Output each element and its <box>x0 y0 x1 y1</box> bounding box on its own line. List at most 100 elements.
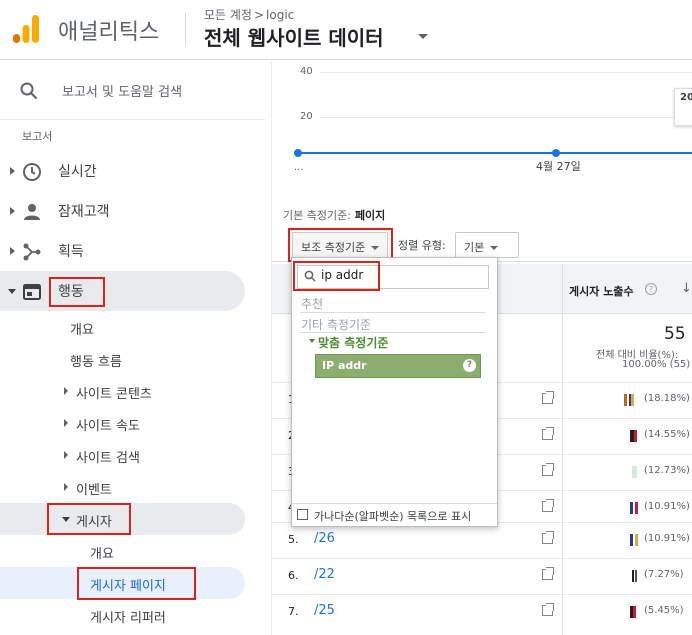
app-name: 애널리틱스 <box>58 20 160 45</box>
chevron-down-icon[interactable] <box>418 34 428 39</box>
view-selector-title[interactable]: 전체 웹사이트 데이터 <box>204 22 384 51</box>
chevron-right-icon <box>64 483 68 491</box>
external-link-icon[interactable] <box>542 463 554 476</box>
section-divider <box>300 312 486 313</box>
primary-dimension-row: 기본 측정기준: 페이지 <box>283 207 385 223</box>
gridline <box>320 117 692 118</box>
table-row[interactable]: 6. /22 (7.27%) <box>272 558 692 594</box>
chart-point[interactable] <box>294 149 302 157</box>
chevron-right-icon <box>10 167 15 175</box>
sort-type-select[interactable]: 기본 <box>455 232 519 258</box>
row-percent: (10.91%) <box>644 533 690 544</box>
external-link-icon[interactable] <box>542 531 554 544</box>
external-link-icon[interactable] <box>542 499 554 512</box>
sidebar-item-audience[interactable]: 잠재고객 <box>0 192 245 230</box>
row-page-link[interactable]: /22 <box>314 567 335 582</box>
reports-heading: 보고서 <box>22 130 53 143</box>
breadcrumb-property[interactable]: logic <box>266 8 294 22</box>
row-page-link[interactable]: /26 <box>314 531 335 546</box>
header-divider <box>185 12 186 46</box>
sidebar-subitem-events[interactable]: 이벤트 <box>76 479 112 498</box>
chevron-down-icon <box>309 339 315 343</box>
primary-dimension-label: 기본 측정기준: <box>283 209 351 222</box>
sort-type-label: 정렬 유형: <box>398 239 446 252</box>
section-divider <box>300 332 486 333</box>
sidebar-subitem-site-search[interactable]: 사이트 검색 <box>76 447 140 466</box>
analytics-logo-icon[interactable] <box>12 14 40 44</box>
row-bar <box>624 394 634 406</box>
external-link-icon[interactable] <box>542 603 554 616</box>
chevron-down-icon <box>8 289 16 294</box>
chevron-right-icon <box>10 247 15 255</box>
acquisition-icon <box>23 243 41 261</box>
external-link-icon[interactable] <box>542 391 554 404</box>
table-row[interactable]: 7. /25 (5.45%) <box>272 594 692 630</box>
highlight-box <box>293 261 380 291</box>
sidebar-item-behavior[interactable]: 행동 <box>0 272 245 310</box>
sidebar-item-label: 실시간 <box>58 164 97 180</box>
row-number: 5. <box>288 533 299 546</box>
row-percent: (12.73%) <box>644 465 690 476</box>
sort-type-value: 기본 <box>464 241 485 254</box>
row-percent: (5.45%) <box>644 605 684 616</box>
row-bar <box>630 430 637 442</box>
x-axis-ellipsis: ... <box>294 162 304 173</box>
alphabetical-checkbox[interactable] <box>297 509 308 520</box>
row-percent: (18.18%) <box>644 393 690 404</box>
highlight-box <box>49 277 105 307</box>
row-page-link[interactable]: /25 <box>314 603 335 618</box>
row-bar <box>632 570 637 582</box>
chart-tooltip: 20 <box>674 88 692 126</box>
row-percent: (10.91%) <box>644 501 690 512</box>
breadcrumb-account[interactable]: 모든 계정 <box>204 8 252 22</box>
sort-desc-icon[interactable]: ↓ <box>681 281 692 296</box>
highlight-box <box>47 503 131 535</box>
highlight-box <box>77 567 196 600</box>
chart-line <box>298 152 692 154</box>
chevron-right-icon <box>64 419 68 427</box>
sidebar-item-label: 잠재고객 <box>58 204 110 220</box>
row-bar <box>630 606 636 618</box>
dimension-option-label: IP addr <box>322 359 367 372</box>
chevron-down-icon <box>490 246 499 250</box>
y-axis-tick: 40 <box>300 66 313 77</box>
external-link-icon[interactable] <box>542 427 554 440</box>
section-custom-dimensions[interactable]: 맞춤 측정기준 <box>318 334 388 351</box>
row-number: 7. <box>288 605 299 618</box>
sidebar-subitem-site-speed[interactable]: 사이트 속도 <box>76 415 140 434</box>
sidebar-subitem-site-content[interactable]: 사이트 콘텐츠 <box>76 383 152 402</box>
sidebar-item-label: 획득 <box>58 244 84 260</box>
person-icon <box>24 204 40 220</box>
section-other-dimensions[interactable]: 기타 측정기준 <box>301 316 371 333</box>
sidebar-item-realtime[interactable]: 실시간 <box>0 152 245 190</box>
external-link-icon[interactable] <box>542 567 554 580</box>
chart-point[interactable] <box>552 149 560 157</box>
behavior-icon <box>23 284 41 300</box>
help-icon[interactable]: ? <box>463 359 476 372</box>
sidebar-subitem-behavior-flow[interactable]: 행동 흐름 <box>70 351 122 370</box>
dropdown-footer-divider <box>292 503 497 504</box>
breadcrumb-separator: > <box>253 8 265 22</box>
sidebar-subitem-publisher-overview[interactable]: 개요 <box>90 543 114 562</box>
clock-icon <box>23 163 41 181</box>
help-icon[interactable]: ? <box>645 283 657 295</box>
row-bar <box>632 466 637 478</box>
row-bar <box>630 502 638 514</box>
breadcrumb[interactable]: 모든 계정 > logic <box>204 6 294 23</box>
chevron-right-icon <box>10 207 15 215</box>
sidebar-search[interactable]: 보고서 및 도움말 검색 <box>0 62 265 120</box>
section-recommended[interactable]: 추천 <box>301 295 323 312</box>
table-row[interactable]: 5. /26 (10.91%) <box>272 522 692 558</box>
x-axis-date: 4월 27일 <box>536 160 581 173</box>
row-percent: (7.27%) <box>644 569 684 580</box>
total-percent-value: 100.00% (55) <box>622 359 691 370</box>
y-axis-tick: 20 <box>300 111 313 122</box>
primary-dimension-value[interactable]: 페이지 <box>355 209 385 222</box>
column-header-impressions[interactable]: 게시자 노출수 <box>569 283 634 299</box>
sidebar-subitem-overview[interactable]: 개요 <box>70 319 94 338</box>
sidebar-item-acquisition[interactable]: 획득 <box>0 232 245 270</box>
sidebar-subitem-publisher-referrers[interactable]: 게시자 리퍼러 <box>90 607 166 626</box>
row-bar <box>630 534 638 546</box>
sidebar-search-label: 보고서 및 도움말 검색 <box>62 85 183 100</box>
search-icon <box>20 82 38 100</box>
